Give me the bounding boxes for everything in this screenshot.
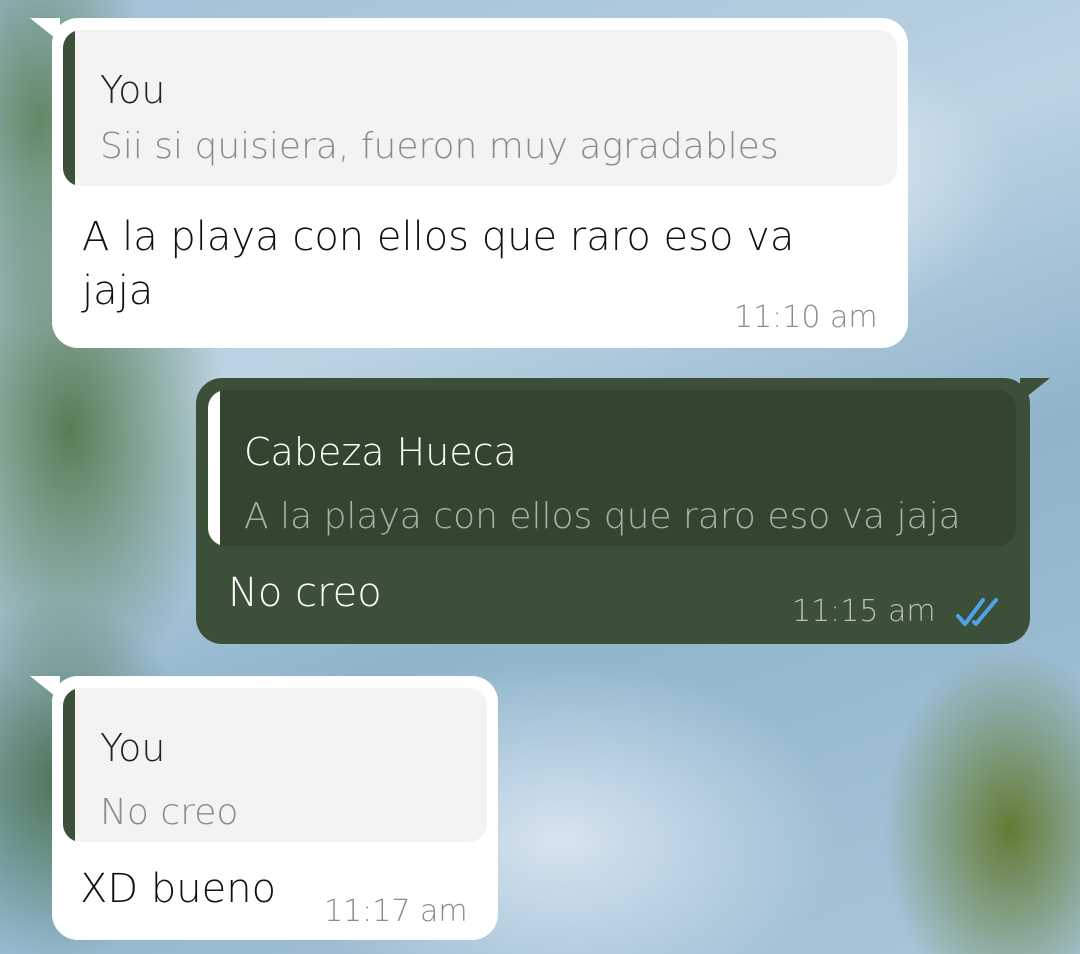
- message-timestamp: 11:17 am: [324, 894, 468, 929]
- quoted-text: Sii si quisiera, fueron muy agradables: [100, 126, 779, 167]
- incoming-message-bubble[interactable]: You Sii si quisiera, fueron muy agradabl…: [52, 18, 908, 348]
- message-text: No creo: [228, 570, 382, 616]
- quoted-author: Cabeza Hueca: [244, 430, 517, 474]
- message-text: A la playa con ellos que raro eso va jaj…: [82, 214, 795, 314]
- double-check-read-icon: [956, 598, 998, 626]
- quote-accent-bar: [63, 30, 75, 186]
- quoted-author: You: [100, 726, 166, 770]
- quoted-reply[interactable]: Cabeza Hueca A la playa con ellos que ra…: [208, 390, 1016, 546]
- message-timestamp: 11:10 am: [734, 300, 878, 335]
- outgoing-message-bubble[interactable]: Cabeza Hueca A la playa con ellos que ra…: [196, 378, 1030, 644]
- message-timestamp: 11:15 am: [792, 594, 936, 629]
- quoted-text: No creo: [100, 792, 239, 833]
- quoted-reply[interactable]: You Sii si quisiera, fueron muy agradabl…: [63, 30, 897, 186]
- quote-accent-bar: [63, 688, 75, 842]
- quoted-author: You: [100, 68, 166, 112]
- incoming-message-bubble[interactable]: You No creo XD bueno 11:17 am: [52, 676, 498, 940]
- message-text: XD bueno: [80, 866, 277, 912]
- quoted-reply[interactable]: You No creo: [63, 688, 487, 842]
- quote-accent-bar: [208, 390, 220, 546]
- quoted-text: A la playa con ellos que raro eso va jaj…: [244, 496, 961, 537]
